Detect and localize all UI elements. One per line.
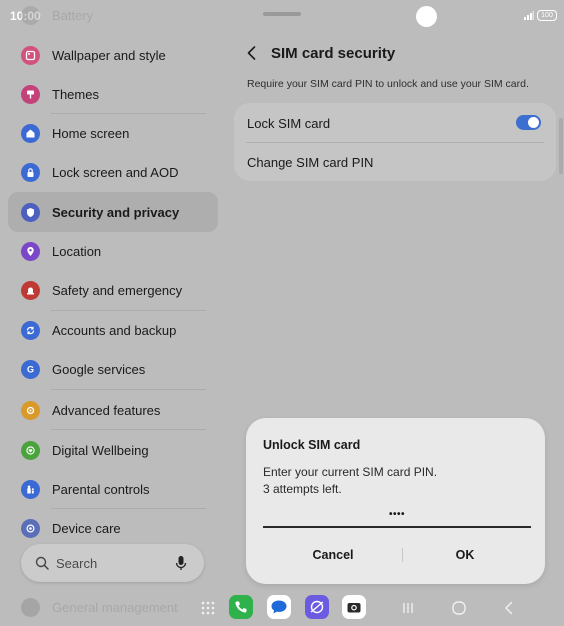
home-icon xyxy=(21,123,40,143)
battery-icon xyxy=(21,5,40,25)
sidebar-item-location[interactable]: Location xyxy=(8,231,218,271)
search-bar[interactable]: Search xyxy=(21,544,204,582)
sidebar-item-general-management[interactable]: General management xyxy=(8,587,218,626)
toggle-knob xyxy=(528,117,539,128)
sidebar-item-label: Wallpaper and style xyxy=(52,47,166,63)
page-description: Require your SIM card PIN to unlock and … xyxy=(247,78,529,90)
search-icon xyxy=(35,556,49,570)
device-care-icon xyxy=(21,518,40,538)
sidebar-item-security[interactable]: Security and privacy xyxy=(8,192,218,232)
settings-sidebar: Battery Wallpaper and style Themes Home … xyxy=(0,0,226,626)
sync-icon xyxy=(21,320,40,340)
drag-handle[interactable] xyxy=(263,12,301,16)
ok-button[interactable]: OK xyxy=(400,548,530,562)
search-placeholder: Search xyxy=(56,555,98,571)
back-button-icon[interactable] xyxy=(501,600,517,616)
sidebar-item-label: Location xyxy=(52,243,102,259)
sidebar-item-label: Google services xyxy=(52,361,146,377)
sidebar-item-label: Themes xyxy=(52,86,99,102)
sim-options-card: Lock SIM card Change SIM card PIN xyxy=(234,103,556,181)
dialog-title: Unlock SIM card xyxy=(263,438,361,452)
lock-sim-card-label[interactable]: Lock SIM card xyxy=(247,116,330,131)
sidebar-item-digital-wellbeing[interactable]: Digital Wellbeing xyxy=(8,430,218,470)
app-drawer-icon[interactable] xyxy=(201,601,215,615)
sidebar-item-label: General management xyxy=(52,599,178,615)
sidebar-item-label: Lock screen and AOD xyxy=(52,164,179,180)
home-button-icon[interactable] xyxy=(451,600,467,616)
sidebar-item-device-care[interactable]: Device care xyxy=(8,508,218,548)
battery-icon: 100 xyxy=(537,10,557,21)
sidebar-item-google[interactable]: G Google services xyxy=(8,349,218,389)
pin-input[interactable]: •••• xyxy=(263,506,531,528)
parent-child-icon xyxy=(21,479,40,499)
wallpaper-icon xyxy=(21,45,40,65)
sidebar-item-label: Parental controls xyxy=(52,481,150,497)
wellbeing-heart-icon xyxy=(21,440,40,460)
sidebar-item-label: Safety and emergency xyxy=(52,282,183,298)
sidebar-item-label: Device care xyxy=(52,520,121,536)
divider xyxy=(246,142,544,143)
sidebar-item-label: Digital Wellbeing xyxy=(52,442,149,458)
camera-cutout xyxy=(416,6,437,27)
camera-icon[interactable] xyxy=(342,595,366,619)
messages-icon[interactable] xyxy=(267,595,291,619)
sidebar-item-themes[interactable]: Themes xyxy=(8,74,218,114)
sidebar-item-home-screen[interactable]: Home screen xyxy=(8,113,218,153)
back-arrow-icon[interactable] xyxy=(243,44,261,62)
attempts-left-text: 3 attempts left. xyxy=(263,482,342,496)
google-icon: G xyxy=(21,359,40,379)
phone-icon[interactable] xyxy=(229,595,253,619)
change-sim-pin-option[interactable]: Change SIM card PIN xyxy=(247,155,373,170)
location-pin-icon xyxy=(21,241,40,261)
microphone-icon[interactable] xyxy=(174,555,188,571)
sidebar-item-label: Security and privacy xyxy=(52,204,180,220)
sliders-icon xyxy=(21,597,40,617)
sidebar-item-lock-screen[interactable]: Lock screen and AOD xyxy=(8,152,218,192)
sidebar-item-label: Advanced features xyxy=(52,402,161,418)
lock-sim-card-toggle[interactable] xyxy=(516,115,541,130)
dialog-message: Enter your current SIM card PIN. xyxy=(263,465,438,479)
lock-icon xyxy=(21,162,40,182)
sidebar-item-wallpaper[interactable]: Wallpaper and style xyxy=(8,35,218,75)
sidebar-item-battery[interactable]: Battery xyxy=(8,0,218,35)
page-title: SIM card security xyxy=(271,45,396,62)
cancel-button[interactable]: Cancel xyxy=(268,548,398,562)
recent-apps-icon[interactable] xyxy=(400,600,416,616)
sidebar-item-safety[interactable]: Safety and emergency xyxy=(8,270,218,310)
themes-icon xyxy=(21,84,40,104)
shield-icon xyxy=(21,202,40,222)
edge-panel-handle[interactable] xyxy=(559,118,563,174)
sidebar-item-label: Home screen xyxy=(52,125,130,141)
sidebar-item-accounts[interactable]: Accounts and backup xyxy=(8,310,218,350)
gear-plus-icon xyxy=(21,400,40,420)
internet-icon[interactable] xyxy=(305,595,329,619)
unlock-sim-dialog: Unlock SIM card Enter your current SIM c… xyxy=(246,418,545,584)
signal-icon xyxy=(524,11,534,20)
svg-text:G: G xyxy=(27,364,34,374)
sidebar-item-label: Accounts and backup xyxy=(52,322,177,338)
siren-icon xyxy=(21,280,40,300)
sidebar-item-parental-controls[interactable]: Parental controls xyxy=(8,469,218,509)
sidebar-item-advanced[interactable]: Advanced features xyxy=(8,390,218,430)
sidebar-item-label: Battery xyxy=(52,7,94,23)
